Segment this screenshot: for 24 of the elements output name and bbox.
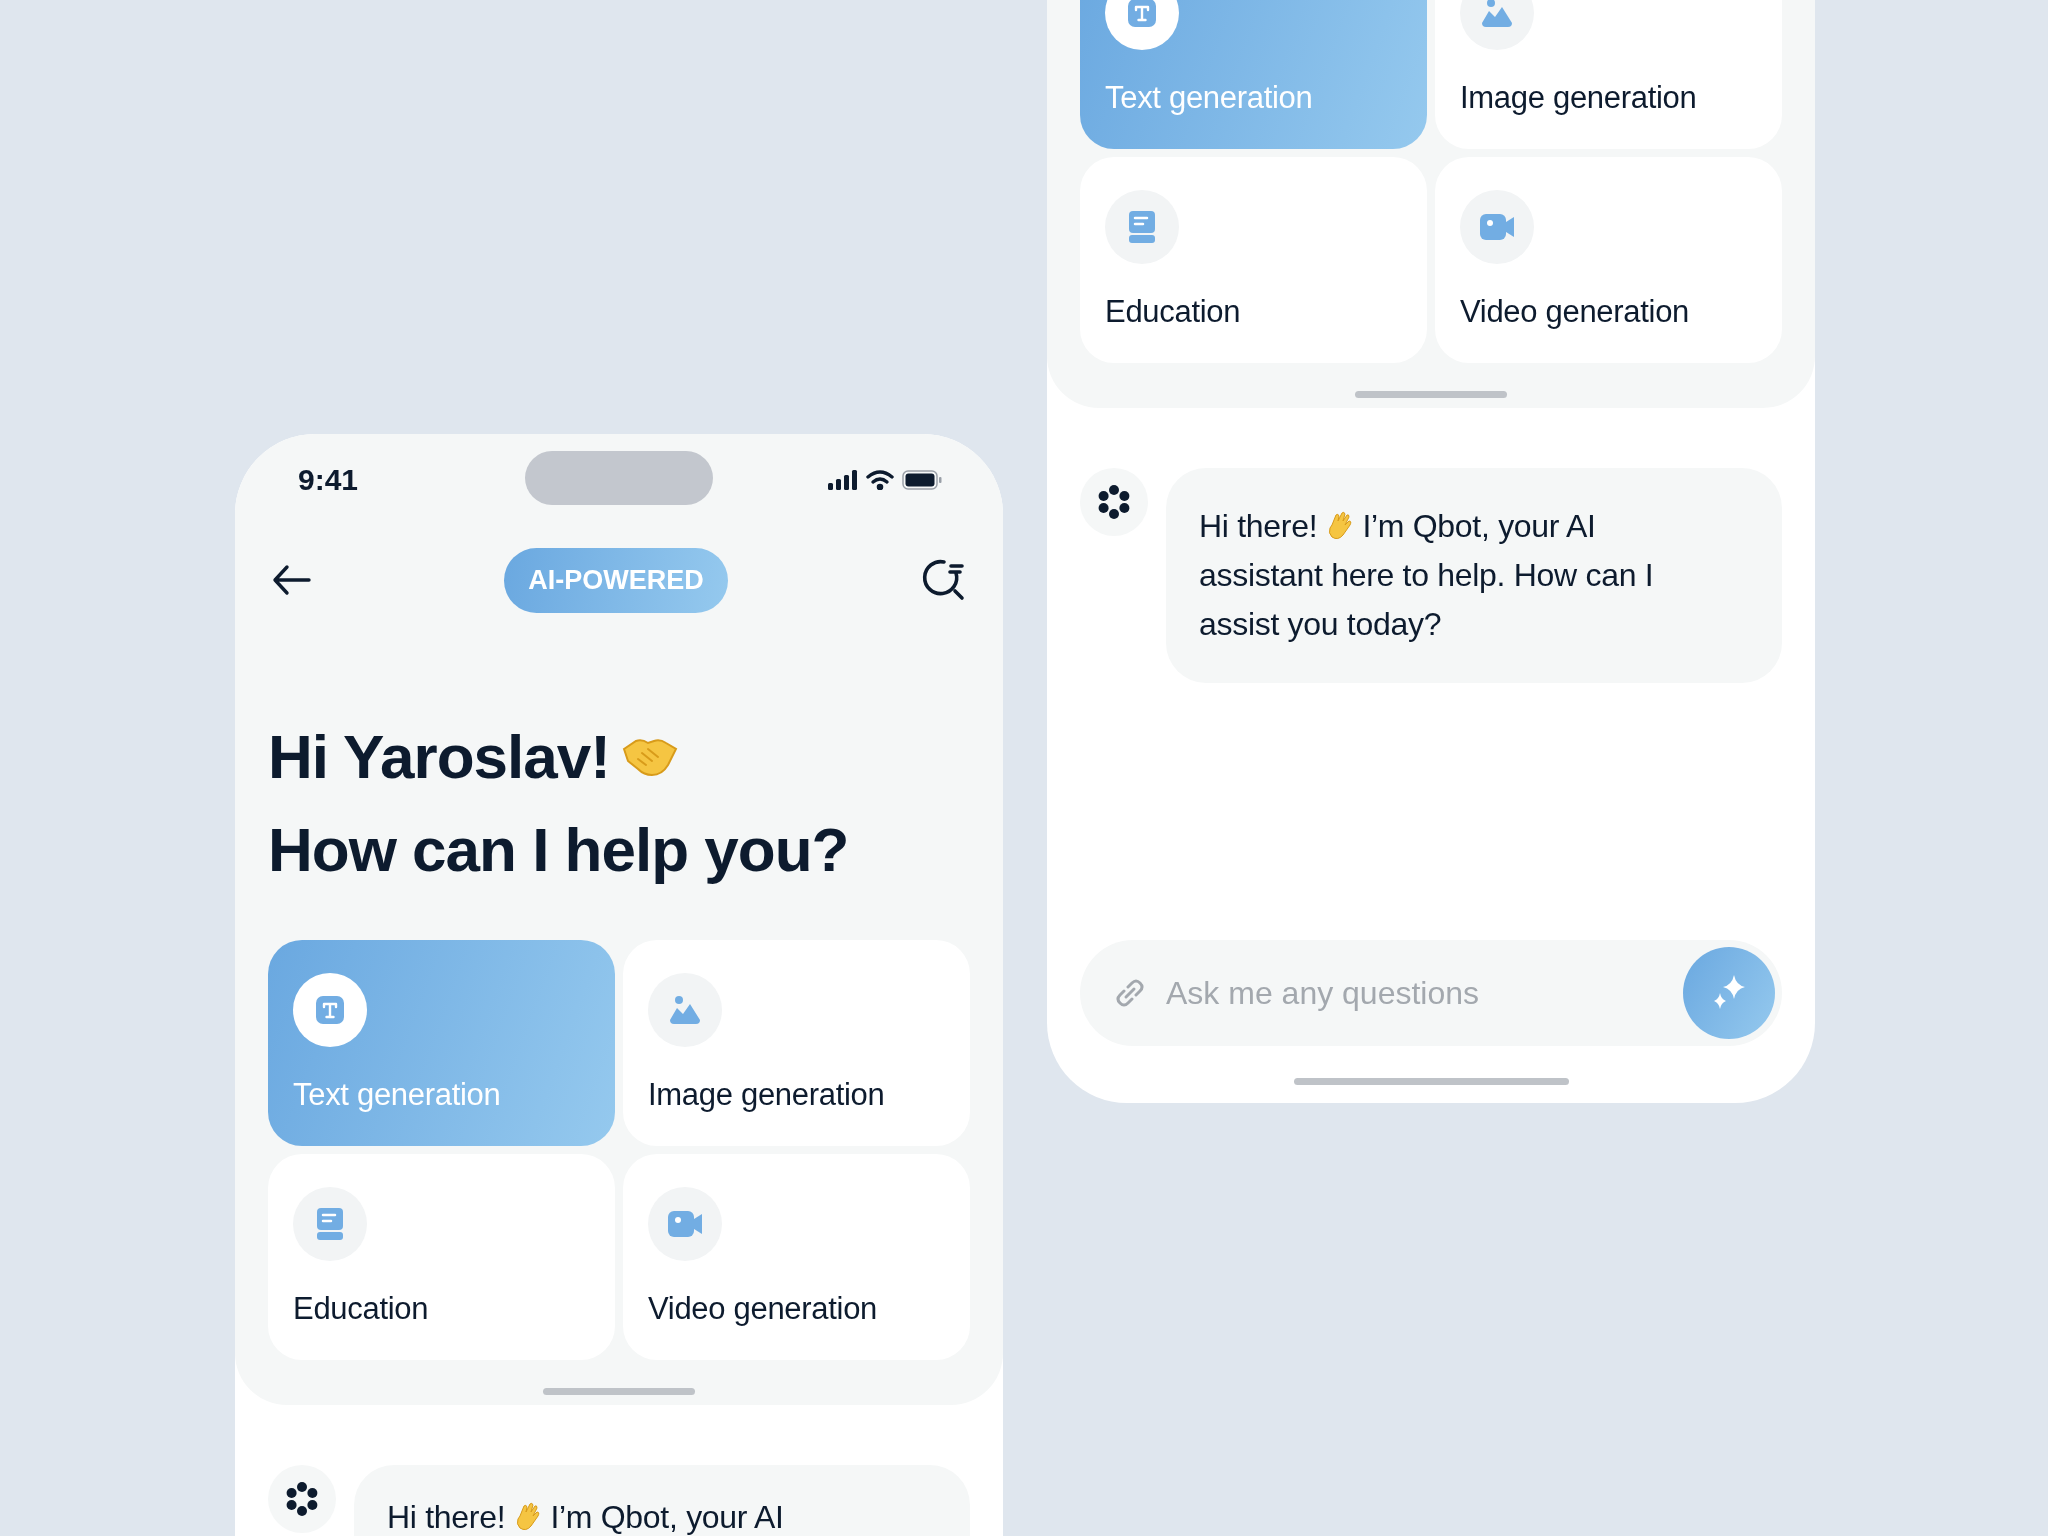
text-icon: [1126, 0, 1158, 29]
video-camera-icon: [1479, 212, 1515, 242]
category-card[interactable]: Video generation: [623, 1154, 970, 1360]
greeting-question: How can I help you?: [268, 814, 849, 885]
chat-message: Hi there! I’m Qbot, your AI assistant here to help. How can I assist you today?: [1199, 507, 1655, 644]
book-icon: [1127, 210, 1157, 244]
image-icon: [667, 994, 703, 1026]
message-input[interactable]: Ask me any questions: [1080, 940, 1782, 1046]
category-card[interactable]: Image generation: [623, 940, 970, 1146]
book-icon: [315, 1207, 345, 1241]
ai-powered-badge: AI-POWERED: [504, 547, 728, 613]
wifi-icon: [866, 470, 894, 490]
text-icon: [314, 994, 346, 1026]
video-camera-icon: [667, 1209, 703, 1239]
category-card[interactable]: Image generation: [1435, 0, 1782, 149]
chat-message: Hi there! I’m Qbot, your AI: [387, 1498, 785, 1536]
status-time: 9:41: [298, 463, 359, 497]
category-card[interactable]: Education: [1080, 157, 1427, 363]
battery-icon: [902, 470, 942, 490]
category-card[interactable]: Education: [268, 1154, 615, 1360]
signal-icon: [828, 470, 858, 490]
greeting-title: Hi Yaroslav!: [268, 721, 610, 792]
image-icon: [1479, 0, 1515, 29]
category-card[interactable]: Video generation: [1435, 157, 1782, 363]
